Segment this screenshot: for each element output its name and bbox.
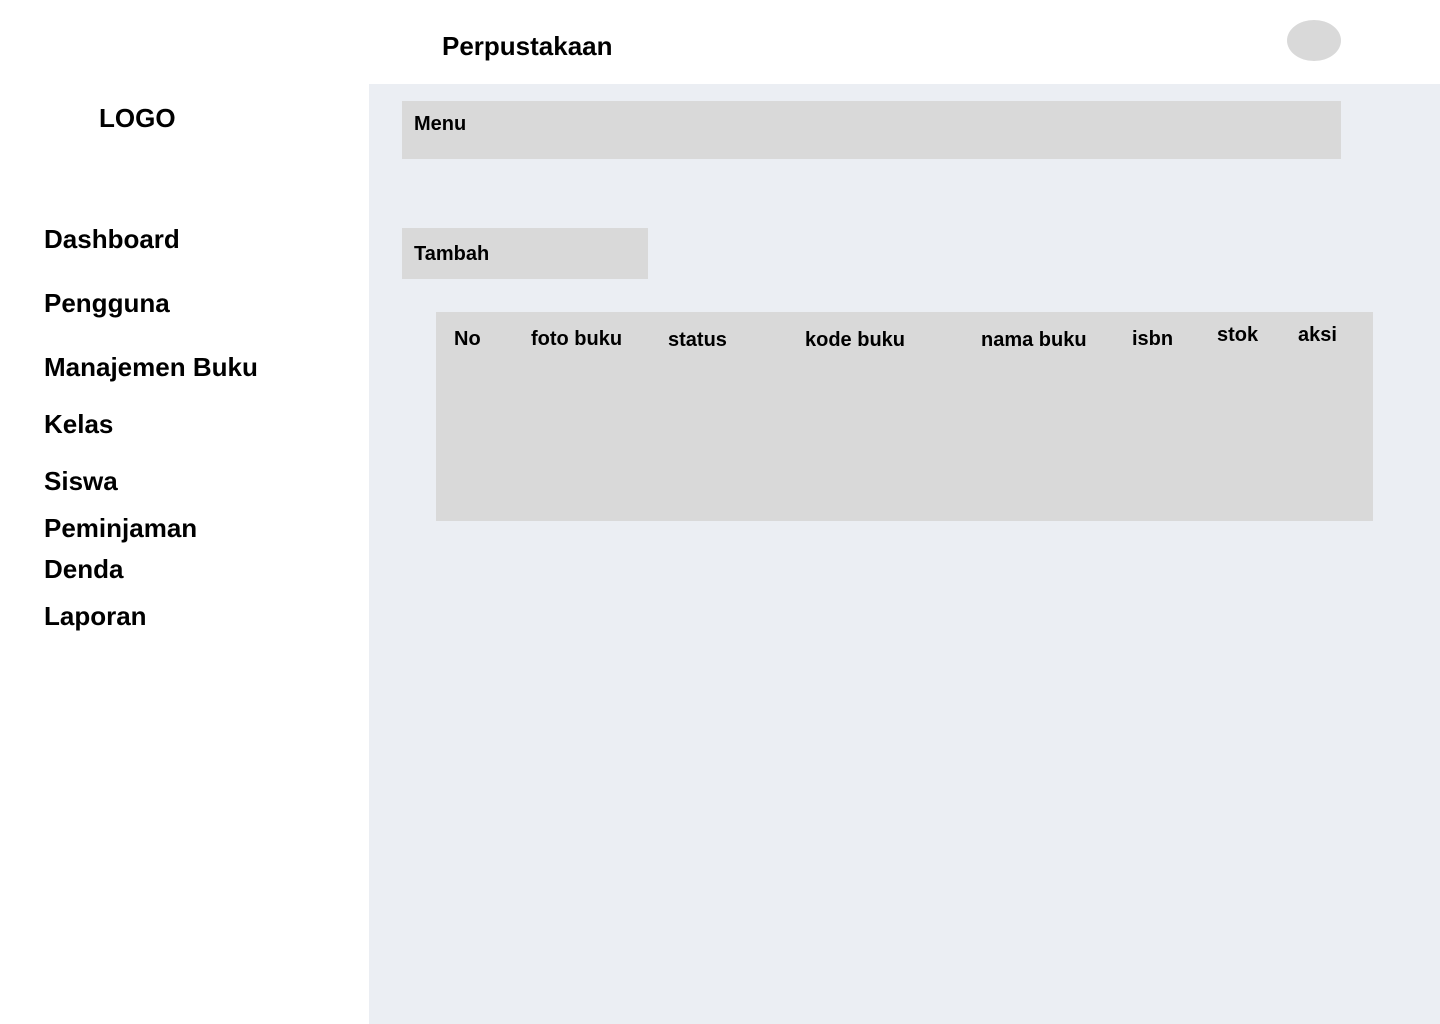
column-header-foto-buku: foto buku <box>531 328 623 350</box>
column-header-stok: stok <box>1217 324 1259 346</box>
column-header-kode-buku: kode buku <box>805 329 906 351</box>
sidebar-item-siswa[interactable]: Siswa <box>44 465 118 497</box>
page: Perpustakaan LOGO Dashboard Pengguna Man… <box>0 0 1440 1024</box>
sidebar-item-laporan[interactable]: Laporan <box>44 600 147 632</box>
user-avatar[interactable] <box>1287 20 1341 61</box>
books-table: No foto buku status kode buku nama buku … <box>436 312 1373 521</box>
column-header-aksi: aksi <box>1298 324 1337 346</box>
column-header-isbn: isbn <box>1132 328 1174 350</box>
column-header-no: No <box>454 328 481 350</box>
app-title: Perpustakaan <box>442 31 613 61</box>
menu-bar: Menu <box>402 101 1341 159</box>
sidebar-item-denda[interactable]: Denda <box>44 553 123 585</box>
add-button[interactable]: Tambah <box>402 228 648 279</box>
sidebar-item-dashboard[interactable]: Dashboard <box>44 223 180 255</box>
add-button-label: Tambah <box>414 243 490 265</box>
sidebar-item-kelas[interactable]: Kelas <box>44 408 113 440</box>
sidebar-item-pengguna[interactable]: Pengguna <box>44 287 170 319</box>
column-header-nama-buku: nama buku <box>981 329 1087 351</box>
column-header-status: status <box>668 329 727 351</box>
sidebar-item-manajemen-buku[interactable]: Manajemen Buku <box>44 351 258 383</box>
sidebar-item-peminjaman[interactable]: Peminjaman <box>44 512 197 544</box>
menu-label: Menu <box>414 113 467 135</box>
logo: LOGO <box>99 103 176 133</box>
main-content <box>369 84 1440 1024</box>
